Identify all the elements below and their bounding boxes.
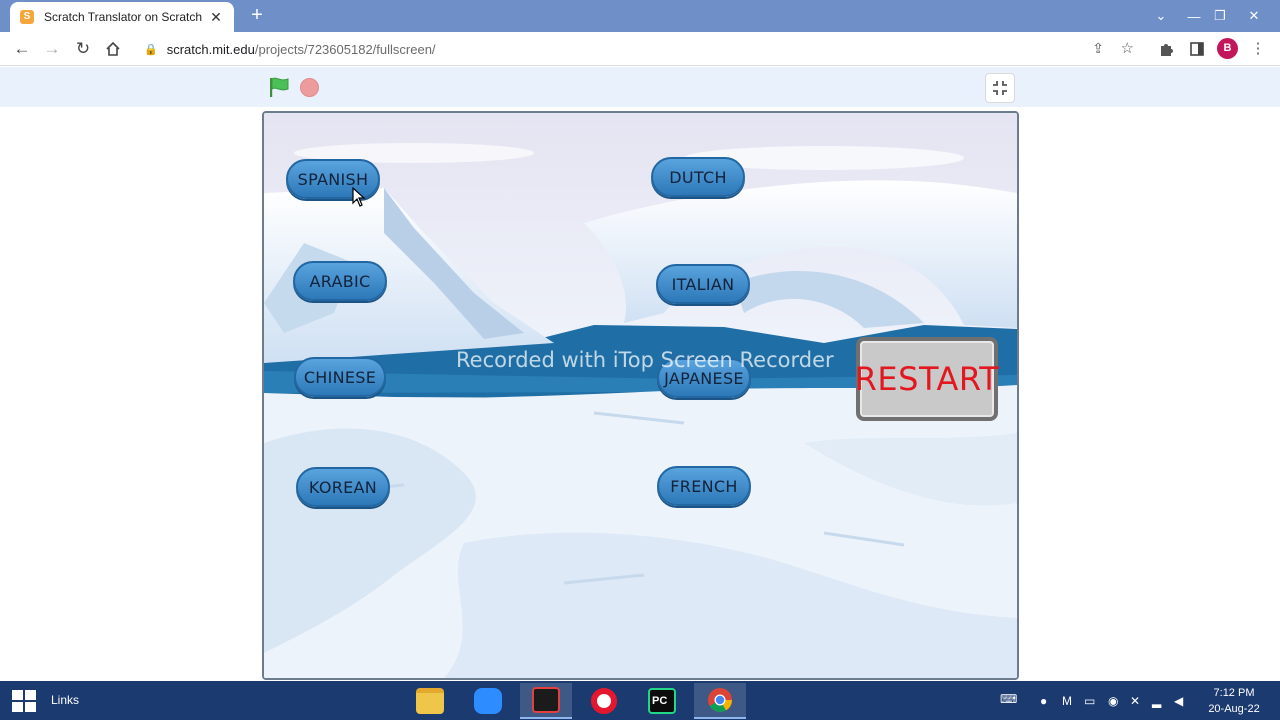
profile-avatar[interactable]: B bbox=[1217, 38, 1238, 59]
tab-close-icon[interactable]: ✕ bbox=[208, 9, 224, 26]
clock-date: 20-Aug-22 bbox=[1208, 703, 1260, 715]
recorder-icon bbox=[532, 687, 560, 713]
tray-wifi-icon[interactable]: ▂ bbox=[1152, 694, 1161, 708]
italian-button[interactable]: ITALIAN bbox=[656, 264, 750, 304]
green-flag-icon[interactable] bbox=[268, 76, 290, 98]
file-explorer-app[interactable] bbox=[404, 683, 456, 719]
browser-tabstrip: S Scratch Translator on Scratch ✕ + ⌄ — … bbox=[0, 0, 1280, 32]
zoom-app[interactable] bbox=[462, 683, 514, 719]
side-panel-icon[interactable] bbox=[1186, 38, 1208, 60]
opera-icon bbox=[591, 688, 617, 714]
screen-recorder-app[interactable] bbox=[520, 683, 572, 719]
reload-icon[interactable]: ↻ bbox=[71, 38, 95, 60]
address-bar[interactable]: 🔒 scratch.mit.edu /projects/723605182/fu… bbox=[134, 35, 1144, 63]
tab-search-icon[interactable]: ⌄ bbox=[1150, 0, 1172, 32]
exit-fullscreen-icon bbox=[993, 81, 1007, 95]
close-window-button[interactable]: ✕ bbox=[1234, 0, 1274, 32]
extensions-puzzle-icon[interactable] bbox=[1155, 38, 1177, 60]
browser-tab[interactable]: S Scratch Translator on Scratch ✕ bbox=[10, 2, 234, 32]
bookmark-star-icon[interactable]: ☆ bbox=[1121, 39, 1134, 57]
dutch-button[interactable]: DUTCH bbox=[651, 157, 745, 197]
stop-sign-icon[interactable] bbox=[300, 78, 319, 97]
restart-button[interactable]: RESTART bbox=[854, 337, 1000, 421]
url-host: scratch.mit.edu bbox=[166, 41, 255, 57]
lock-icon: 🔒 bbox=[144, 43, 158, 56]
tray-volume-icon[interactable]: ◀ bbox=[1174, 694, 1183, 708]
pycharm-icon: PC bbox=[648, 688, 676, 714]
chrome-icon bbox=[708, 688, 732, 713]
opera-app[interactable] bbox=[578, 683, 630, 719]
taskbar-clock[interactable]: 7:12 PM 20-Aug-22 bbox=[1200, 685, 1268, 717]
exit-fullscreen-button[interactable] bbox=[985, 73, 1015, 103]
scratch-stage[interactable]: SPANISH DUTCH ARABIC ITALIAN CHINESE JAP… bbox=[262, 111, 1019, 680]
browser-toolbar: ← → ↻ 🔒 scratch.mit.edu /projects/723605… bbox=[0, 32, 1280, 66]
tray-m-icon[interactable]: M bbox=[1062, 694, 1072, 708]
mouse-pointer-icon bbox=[352, 187, 366, 207]
minimize-button[interactable]: — bbox=[1182, 0, 1206, 32]
korean-button[interactable]: KOREAN bbox=[296, 467, 390, 507]
tray-weather-icon[interactable]: ● bbox=[1040, 694, 1047, 708]
scratch-controls-bar bbox=[0, 67, 1280, 107]
browser-menu-icon[interactable]: ⋮ bbox=[1247, 38, 1269, 60]
back-icon[interactable]: ← bbox=[10, 38, 34, 60]
home-icon[interactable] bbox=[101, 38, 125, 60]
chinese-button[interactable]: CHINESE bbox=[294, 357, 386, 397]
windows-taskbar: Links PC ⌨ ● M ▭ ◉ ✕ ▂ ◀ 7:12 PM 20-Aug-… bbox=[0, 681, 1280, 720]
tray-recorder-icon[interactable]: ◉ bbox=[1108, 694, 1118, 708]
arabic-button[interactable]: ARABIC bbox=[293, 261, 387, 301]
restore-button[interactable]: ❐ bbox=[1208, 0, 1232, 32]
url-path: /projects/723605182/fullscreen/ bbox=[254, 41, 436, 57]
french-button[interactable]: FRENCH bbox=[657, 466, 751, 506]
forward-icon[interactable]: → bbox=[40, 38, 64, 60]
links-toolbar[interactable]: Links bbox=[51, 693, 79, 707]
windows-start-icon[interactable] bbox=[12, 690, 36, 712]
recorder-watermark: Recorded with iTop Screen Recorder bbox=[456, 348, 834, 372]
folder-icon bbox=[416, 688, 444, 714]
keyboard-icon[interactable]: ⌨ bbox=[1000, 692, 1017, 706]
share-icon[interactable]: ⇪ bbox=[1092, 40, 1104, 57]
restart-label: RESTART bbox=[854, 360, 1000, 398]
chrome-app[interactable] bbox=[694, 683, 746, 719]
tray-monitor-icon[interactable]: ▭ bbox=[1084, 694, 1095, 708]
new-tab-button[interactable]: + bbox=[246, 4, 268, 26]
tab-title: Scratch Translator on Scratch bbox=[44, 10, 203, 24]
zoom-icon bbox=[474, 688, 502, 714]
scratch-favicon-icon: S bbox=[20, 10, 34, 24]
clock-time: 7:12 PM bbox=[1213, 687, 1255, 699]
pycharm-app[interactable]: PC bbox=[636, 683, 688, 719]
tray-network-error-icon[interactable]: ✕ bbox=[1130, 694, 1140, 708]
